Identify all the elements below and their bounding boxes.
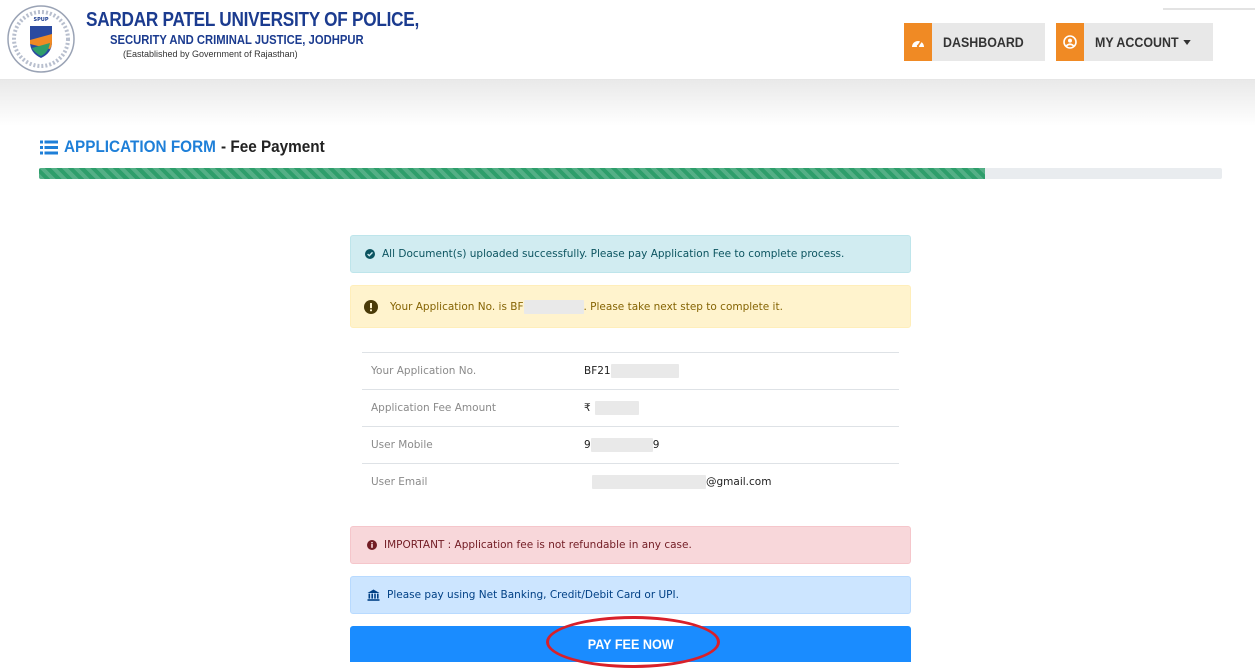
user-circle-icon [1056,23,1084,61]
page-title-main: APPLICATION FORM [64,137,216,156]
bank-icon [367,589,380,601]
detail-label: User Email [371,476,428,488]
info-circle-icon [367,540,377,550]
redacted-value [590,438,653,452]
redacted-application-no [523,299,584,314]
pay-fee-now-button[interactable]: PAY FEE NOW [350,626,911,662]
redacted-value [592,475,706,489]
warning-alert: Your Application No. is BF. Please take … [350,285,911,328]
payment-info-text: Please pay using Net Banking, Credit/Deb… [387,589,679,601]
table-row: User Mobile 99 [362,426,899,463]
detail-value: @gmail.com [592,475,771,489]
detail-value: 99 [584,438,660,452]
university-logo: SPUP [7,5,75,73]
university-subname: SECURITY AND CRIMINAL JUSTICE, JODHPUR [110,33,364,47]
list-icon [40,140,58,154]
my-account-button[interactable]: MY ACCOUNT [1056,23,1213,61]
site-header: SPUP SARDAR PATEL UNIVERSITY OF POLICE, … [0,0,1255,80]
warning-alert-text: Your Application No. is BF. Please take … [390,299,783,314]
detail-label: User Mobile [371,439,433,451]
detail-label: Application Fee Amount [371,402,496,414]
check-circle-icon [365,249,375,259]
application-details-table: Your Application No. BF21 Application Fe… [362,352,899,500]
progress-fill [39,168,986,179]
brand-block: SARDAR PATEL UNIVERSITY OF POLICE, SECUR… [86,9,473,59]
table-row: Application Fee Amount ₹ [362,389,899,426]
detail-value: BF21 [584,364,679,378]
redacted-value [610,364,679,378]
page-title: APPLICATION FORM - Fee Payment [40,137,336,157]
progress-bar [39,168,1222,179]
header-shadow [0,80,1255,126]
exclamation-circle-icon [364,299,378,314]
detail-label: Your Application No. [371,365,477,377]
tachometer-icon [904,23,932,61]
success-alert-text: All Document(s) uploaded successfully. P… [382,248,845,260]
caret-down-icon [1183,39,1191,45]
university-established: (Eastablished by Government of Rajasthan… [123,49,298,59]
corner-divider [1163,8,1255,10]
payment-info-alert: Please pay using Net Banking, Credit/Deb… [350,576,911,614]
svg-text:SPUP: SPUP [34,17,49,23]
important-alert-text: IMPORTANT : Application fee is not refun… [384,539,692,551]
dashboard-label: DASHBOARD [943,34,1024,50]
university-name: SARDAR PATEL UNIVERSITY OF POLICE, [86,9,420,31]
redacted-value [594,401,639,415]
pay-fee-now-label: PAY FEE NOW [587,636,674,652]
success-alert: All Document(s) uploaded successfully. P… [350,235,911,273]
detail-value: ₹ [584,401,639,415]
important-alert: IMPORTANT : Application fee is not refun… [350,526,911,564]
page-title-sub: - Fee Payment [220,137,325,156]
my-account-label: MY ACCOUNT [1084,23,1202,61]
table-row: Your Application No. BF21 [362,352,899,389]
dashboard-button[interactable]: DASHBOARD [904,23,1045,61]
table-row: User Email @gmail.com [362,463,899,500]
